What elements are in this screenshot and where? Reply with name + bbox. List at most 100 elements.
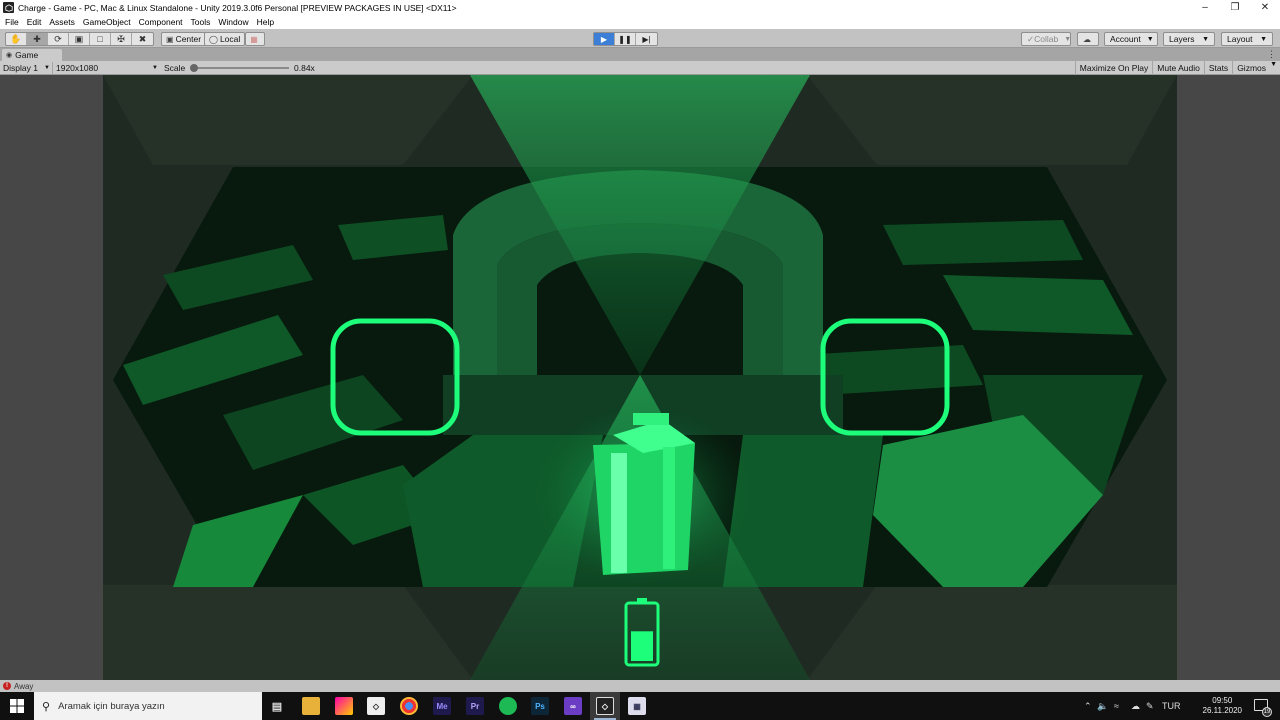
chrome-icon[interactable]	[400, 697, 418, 715]
step-icon[interactable]: ▶|	[636, 33, 657, 45]
visual-studio-icon[interactable]: ∞	[564, 697, 582, 715]
play-icon[interactable]: ▶	[594, 33, 615, 45]
chevron-down-icon: ▼	[1202, 35, 1209, 43]
stats-toggle[interactable]: Stats	[1203, 61, 1232, 75]
layers-dropdown[interactable]: Layers ▼	[1163, 32, 1215, 46]
play-controls: ▶ ❚❚ ▶|	[593, 32, 658, 46]
hand-tool-icon[interactable]: ✋	[6, 33, 27, 45]
game-view[interactable]	[103, 75, 1177, 680]
layers-label: Layers	[1169, 34, 1195, 44]
unity-hub-icon[interactable]: ◇	[367, 697, 385, 715]
error-icon[interactable]: !	[3, 682, 11, 690]
transform-tools: ✋ ✚ ⟳ ▣ □ ✠ ✖	[5, 32, 154, 46]
start-button[interactable]	[0, 692, 34, 720]
status-text: Away	[14, 681, 34, 691]
language-indicator[interactable]: TUR	[1162, 701, 1181, 711]
scale-slider[interactable]	[190, 64, 289, 72]
status-bar: ! Away	[0, 680, 1280, 692]
volume-icon[interactable]: 🔈	[1097, 701, 1108, 712]
menu-component[interactable]: Component	[139, 17, 183, 27]
layout-dropdown[interactable]: Layout ▼	[1221, 32, 1273, 46]
file-explorer-icon[interactable]	[302, 697, 320, 715]
clock-date: 26.11.2020	[1202, 706, 1242, 715]
close-button[interactable]: ✕	[1250, 0, 1280, 15]
snap-button[interactable]: ▦	[245, 32, 265, 46]
rect-tool-icon[interactable]: □	[90, 33, 111, 45]
gizmos-chevron-icon[interactable]: ▼	[1270, 61, 1277, 68]
pivot-label: Center	[175, 34, 202, 44]
floor-tile	[943, 275, 1133, 335]
transform-tool-icon[interactable]: ✠	[111, 33, 132, 45]
rotate-tool-icon[interactable]: ⟳	[48, 33, 69, 45]
menu-window[interactable]: Window	[218, 17, 248, 27]
game-view-toolbar: Display 1 ▼ 1920x1080 ▼ Scale 0.84x Maximi…	[0, 61, 1280, 75]
restore-button[interactable]: ❐	[1220, 0, 1250, 15]
scale-slider-knob[interactable]	[190, 64, 198, 72]
clock[interactable]: 09:50 26.11.2020	[1203, 696, 1242, 716]
space-label: Local	[219, 34, 241, 44]
title-bar: Charge - Game - PC, Mac & Linux Standalo…	[0, 0, 1280, 15]
cloud-button[interactable]: ☁	[1077, 32, 1099, 46]
chevron-down-icon: ▼	[152, 65, 158, 71]
menu-file[interactable]: File	[5, 17, 19, 27]
menu-tools[interactable]: Tools	[191, 17, 211, 27]
charger-cap	[633, 413, 669, 425]
mute-audio-toggle[interactable]: Mute Audio	[1152, 61, 1204, 75]
windows-logo-icon	[10, 699, 24, 713]
wifi-icon[interactable]: ≈	[1114, 701, 1119, 711]
scale-tool-icon[interactable]: ▣	[69, 33, 90, 45]
menu-edit[interactable]: Edit	[27, 17, 42, 27]
resolution-dropdown[interactable]: 1920x1080 ▼	[52, 62, 158, 74]
premiere-icon[interactable]: Pr	[466, 697, 484, 715]
floor-tile	[883, 220, 1083, 265]
photoshop-icon[interactable]: Ps	[531, 697, 549, 715]
game-window-icon[interactable]: ▦	[628, 697, 646, 715]
media-encoder-icon[interactable]: Me	[433, 697, 451, 715]
layout-label: Layout	[1227, 34, 1253, 44]
pause-icon[interactable]: ❚❚	[615, 33, 636, 45]
collab-text: Collab	[1034, 33, 1059, 44]
network-icon[interactable]: ☁	[1131, 701, 1140, 712]
tab-game[interactable]: ◉ Game	[2, 49, 62, 61]
notification-count: 19	[1262, 707, 1272, 717]
collab-dropdown[interactable]: ✓Collab ▼	[1021, 32, 1071, 46]
spotify-icon[interactable]	[499, 697, 517, 715]
scale-value: 0.84x	[294, 63, 315, 73]
pen-icon[interactable]: ✎	[1146, 701, 1154, 712]
display-label: Display 1	[3, 63, 38, 73]
pivot-icon: ▣	[166, 34, 174, 44]
tab-bar: ◉ Game ⋮	[0, 48, 1280, 61]
search-icon: ⚲	[42, 700, 51, 713]
unity-editor-icon[interactable]: ◇	[596, 697, 614, 715]
windows-taskbar: ⚲ Aramak için buraya yazın ▤ ◇ Me Pr Ps …	[0, 692, 1280, 720]
tab-menu-icon[interactable]: ⋮	[1267, 49, 1276, 60]
taskbar-search[interactable]: ⚲ Aramak için buraya yazın	[34, 692, 262, 720]
gizmos-dropdown[interactable]: Gizmos	[1232, 61, 1270, 75]
menu-help[interactable]: Help	[257, 17, 274, 27]
scale-label: Scale	[164, 63, 186, 73]
pivot-center-button[interactable]: ▣ Center	[161, 32, 207, 46]
unity-icon	[3, 2, 14, 13]
task-view-icon[interactable]: ▤	[268, 697, 286, 715]
move-tool-icon[interactable]: ✚	[27, 33, 48, 45]
main-toolbar: ✋ ✚ ⟳ ▣ □ ✠ ✖ ▣ Center ◯ Local ▦ ▶ ❚❚ ▶|…	[0, 29, 1280, 48]
game-scene	[103, 75, 1177, 680]
maximize-on-play-toggle[interactable]: Maximize On Play	[1074, 61, 1153, 75]
minimize-button[interactable]: –	[1190, 0, 1220, 15]
chevron-down-icon: ▼	[1260, 35, 1267, 43]
gamepad-icon: ◉	[6, 52, 13, 59]
display-dropdown[interactable]: Display 1 ▼	[3, 62, 50, 74]
menu-assets[interactable]: Assets	[49, 17, 75, 27]
cloud-icon: ☁	[1083, 34, 1091, 44]
pivot-local-button[interactable]: ◯ Local	[204, 32, 246, 46]
account-dropdown[interactable]: Account ▼	[1104, 32, 1158, 46]
local-space-icon: ◯	[209, 34, 218, 44]
photos-app-icon[interactable]	[335, 697, 353, 715]
charger-body	[593, 443, 695, 575]
window-title: Charge - Game - PC, Mac & Linux Standalo…	[18, 2, 457, 13]
custom-tool-icon[interactable]: ✖	[132, 33, 153, 45]
chevron-down-icon: ▼	[43, 65, 50, 71]
tray-chevron-icon[interactable]: ⌃	[1084, 701, 1092, 712]
menu-gameobject[interactable]: GameObject	[83, 17, 131, 27]
system-tray: ⌃ 🔈 ≈ ☁ ✎ TUR	[1080, 692, 1280, 720]
